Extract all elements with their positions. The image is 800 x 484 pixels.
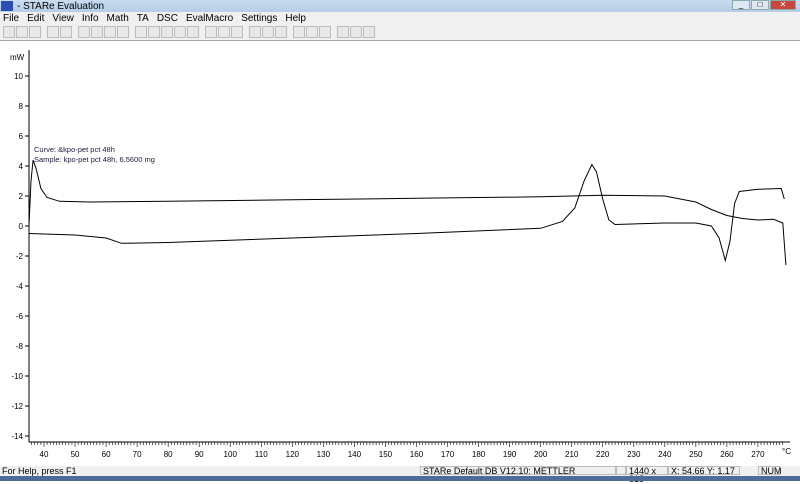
status-db: STARe Default DB V12.10: METTLER bbox=[420, 466, 616, 476]
table-icon[interactable] bbox=[218, 26, 230, 38]
curve-b-line bbox=[29, 163, 785, 263]
text-icon[interactable] bbox=[231, 26, 243, 38]
x-tick-label: 40 bbox=[40, 450, 49, 459]
status-help: For Help, press F1 bbox=[2, 466, 77, 476]
app-logo-icon bbox=[1, 1, 13, 11]
cut-icon[interactable] bbox=[135, 26, 147, 38]
taskbar bbox=[0, 476, 800, 481]
menu-view[interactable]: View bbox=[52, 13, 74, 24]
context-help-icon[interactable] bbox=[350, 26, 362, 38]
menu-ta[interactable]: TA bbox=[137, 13, 149, 24]
grid-icon[interactable] bbox=[319, 26, 331, 38]
x-tick-label: 110 bbox=[255, 450, 268, 459]
status-coords: X: 54.66 Y: 1.17 bbox=[668, 466, 740, 476]
maximize-button[interactable]: □ bbox=[751, 0, 769, 10]
redo-icon[interactable] bbox=[187, 26, 199, 38]
print-icon[interactable] bbox=[78, 26, 90, 38]
limits-icon[interactable] bbox=[306, 26, 318, 38]
y-tick-label: 10 bbox=[14, 72, 23, 81]
print-preview-icon[interactable] bbox=[104, 26, 116, 38]
copy-icon[interactable] bbox=[148, 26, 160, 38]
menu-help[interactable]: Help bbox=[285, 13, 306, 24]
y-axis-label: mW bbox=[10, 53, 25, 62]
y-tick-label: 8 bbox=[19, 102, 24, 111]
paste-icon[interactable] bbox=[161, 26, 173, 38]
x-tick-label: 210 bbox=[565, 450, 579, 459]
y-tick-label: -14 bbox=[11, 432, 23, 441]
y-tick-label: -6 bbox=[16, 312, 24, 321]
zoom-in-icon[interactable] bbox=[249, 26, 261, 38]
x-tick-label: 50 bbox=[71, 450, 80, 459]
x-tick-label: 160 bbox=[410, 450, 424, 459]
new-icon[interactable] bbox=[3, 26, 15, 38]
curve-save-icon[interactable] bbox=[60, 26, 72, 38]
macro-icon[interactable] bbox=[363, 26, 375, 38]
menu-settings[interactable]: Settings bbox=[241, 13, 277, 24]
menu-edit[interactable]: Edit bbox=[27, 13, 44, 24]
menu-evalmacro[interactable]: EvalMacro bbox=[186, 13, 233, 24]
x-tick-label: 100 bbox=[224, 450, 238, 459]
y-tick-label: -10 bbox=[11, 372, 23, 381]
status-empty bbox=[616, 466, 626, 475]
x-tick-label: 60 bbox=[102, 450, 111, 459]
x-tick-label: 270 bbox=[751, 450, 765, 459]
x-tick-label: 240 bbox=[658, 450, 672, 459]
print-preview-all-icon[interactable] bbox=[117, 26, 129, 38]
curve-a-line bbox=[28, 159, 787, 266]
y-tick-label: -2 bbox=[16, 252, 24, 261]
status-bar: For Help, press F1 STARe Default DB V12.… bbox=[0, 466, 800, 484]
x-axis-label: °C bbox=[782, 447, 791, 456]
open-icon[interactable] bbox=[16, 26, 28, 38]
minimize-button[interactable]: _ bbox=[732, 0, 750, 10]
menu-file[interactable]: File bbox=[3, 13, 19, 24]
y-tick-label: -8 bbox=[16, 342, 24, 351]
legend-curve: Curve: &kpo-pet pct 48h bbox=[34, 145, 115, 154]
x-tick-label: 140 bbox=[348, 450, 362, 459]
y-tick-label: 4 bbox=[19, 162, 24, 171]
x-tick-label: 190 bbox=[503, 450, 517, 459]
save-icon[interactable] bbox=[29, 26, 41, 38]
x-tick-label: 200 bbox=[534, 450, 548, 459]
menu-bar: File Edit View Info Math TA DSC EvalMacro Settin… bbox=[0, 12, 800, 24]
x-tick-label: 170 bbox=[441, 450, 455, 459]
x-tick-label: 150 bbox=[379, 450, 393, 459]
x-tick-label: 80 bbox=[164, 450, 173, 459]
toolbar bbox=[0, 24, 800, 41]
zoom-fit-icon[interactable] bbox=[275, 26, 287, 38]
x-tick-label: 130 bbox=[317, 450, 331, 459]
x-tick-label: 120 bbox=[286, 450, 300, 459]
y-tick-label: -12 bbox=[11, 402, 23, 411]
x-tick-label: 70 bbox=[133, 450, 142, 459]
baseline-icon[interactable] bbox=[293, 26, 305, 38]
x-tick-label: 180 bbox=[472, 450, 486, 459]
close-button[interactable]: ✕ bbox=[770, 0, 796, 10]
dsc-plot[interactable]: mW °C 10 8 6 4 2 0 -2 -4 -6 -8 -10 -12 -14 40 50 60 70 80 90… bbox=[0, 42, 800, 466]
y-tick-label: 2 bbox=[19, 192, 24, 201]
fill-icon[interactable] bbox=[205, 26, 217, 38]
y-tick-label: -4 bbox=[16, 282, 24, 291]
x-tick-label: 230 bbox=[627, 450, 641, 459]
menu-info[interactable]: Info bbox=[82, 13, 99, 24]
y-tick-label: 6 bbox=[19, 132, 24, 141]
title-bar: - STARe Evaluation _ □ ✕ bbox=[0, 0, 800, 12]
status-resolution: 1440 x 818 bbox=[626, 466, 668, 484]
help-icon[interactable] bbox=[337, 26, 349, 38]
window-title: - STARe Evaluation bbox=[17, 0, 105, 12]
x-tick-label: 260 bbox=[720, 450, 734, 459]
zoom-out-icon[interactable] bbox=[262, 26, 274, 38]
legend-sample: Sample: kpo-pet pct 48h, 6.5600 mg bbox=[34, 155, 155, 164]
y-tick-label: 0 bbox=[19, 222, 24, 231]
menu-dsc[interactable]: DSC bbox=[157, 13, 178, 24]
status-num: NUM bbox=[758, 466, 782, 476]
curve-open-icon[interactable] bbox=[47, 26, 59, 38]
print-all-icon[interactable] bbox=[91, 26, 103, 38]
x-tick-label: 90 bbox=[195, 450, 204, 459]
undo-icon[interactable] bbox=[174, 26, 186, 38]
menu-math[interactable]: Math bbox=[107, 13, 129, 24]
x-tick-label: 220 bbox=[596, 450, 610, 459]
x-tick-label: 250 bbox=[689, 450, 703, 459]
